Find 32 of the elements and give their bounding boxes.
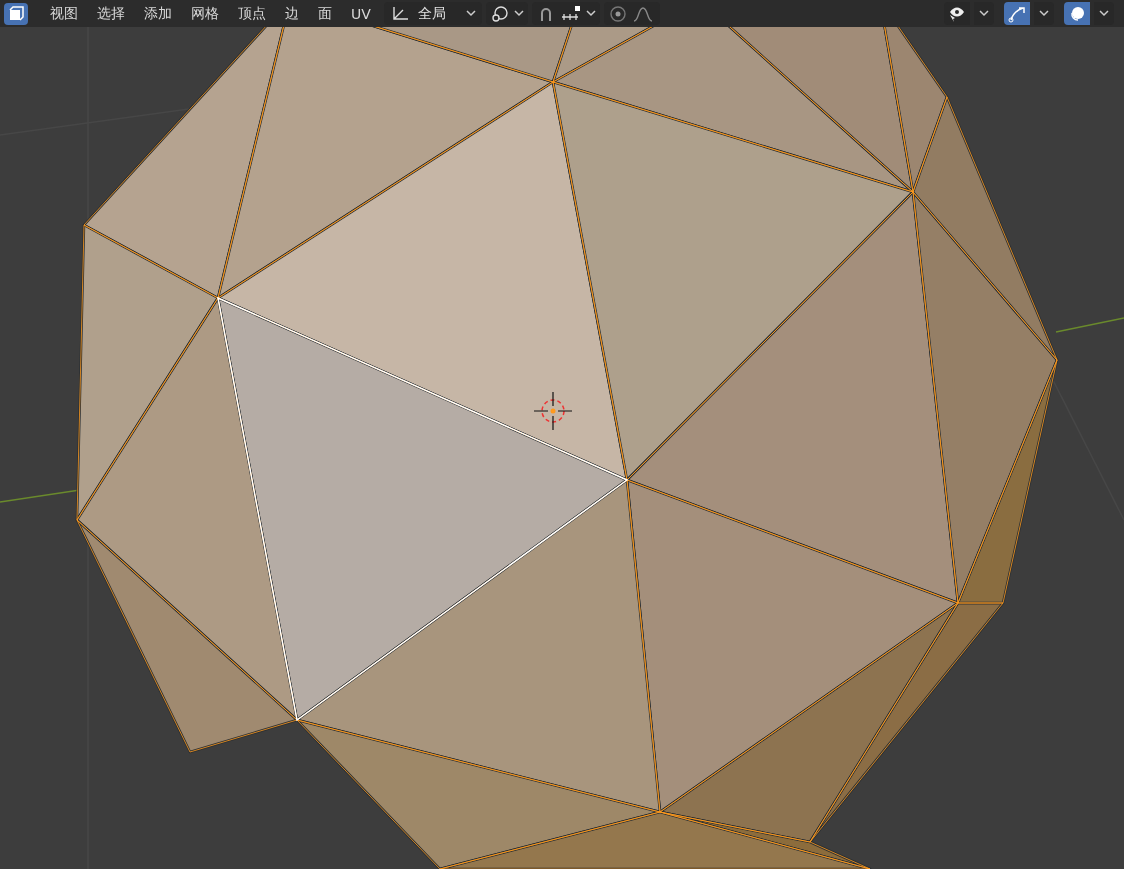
snap-increment-icon <box>559 4 582 23</box>
caret-icon <box>585 10 596 17</box>
menu-item[interactable]: UV <box>345 5 377 22</box>
link-icon <box>489 4 510 23</box>
caret-dropdown[interactable] <box>1034 2 1054 25</box>
menu-item[interactable]: 视图 <box>44 4 84 23</box>
menu-item[interactable]: 选择 <box>91 4 131 23</box>
icosphere-mesh-drawing[interactable] <box>75 27 1059 869</box>
gizmo-toggle[interactable] <box>1004 2 1030 25</box>
pivot-dropdown[interactable] <box>485 2 528 25</box>
snapping-group[interactable] <box>531 2 600 25</box>
caret-icon <box>1039 10 1049 17</box>
caret-icon <box>1099 10 1109 17</box>
caret-icon <box>979 10 989 17</box>
caret-dropdown[interactable] <box>974 2 994 25</box>
menu-item[interactable]: 边 <box>279 4 305 23</box>
orientation-dropdown[interactable]: 全局 <box>383 2 482 25</box>
proportional-editing-group[interactable] <box>603 2 660 25</box>
menu-item[interactable]: 顶点 <box>232 4 272 23</box>
arrow-curve-icon <box>1007 4 1027 23</box>
x-axis-line <box>1055 317 1124 333</box>
cube-icon[interactable] <box>4 2 28 25</box>
menu-item[interactable]: 添加 <box>138 4 178 23</box>
overlay-toggle[interactable] <box>1064 2 1090 25</box>
caret-icon <box>513 10 524 17</box>
caret-icon <box>465 10 476 17</box>
eye-toggle[interactable] <box>944 2 970 25</box>
menu-item[interactable]: 面 <box>312 4 338 23</box>
target-icon <box>607 4 628 23</box>
caret-dropdown[interactable] <box>1094 2 1114 25</box>
3d-cursor-icon <box>533 391 573 431</box>
menu-item[interactable]: 网格 <box>185 4 225 23</box>
